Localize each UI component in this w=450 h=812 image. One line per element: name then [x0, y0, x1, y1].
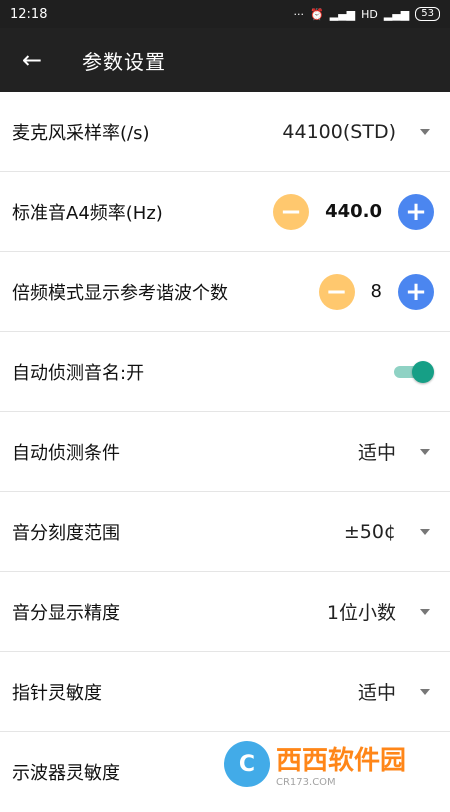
- plus-icon: +: [405, 196, 427, 227]
- status-bar: 12:18 ··· ⏰ ▂▄▆ HD ▂▄▆ 53: [0, 0, 450, 28]
- watermark-sub: CR173.COM: [276, 777, 336, 788]
- detect-condition-dropdown[interactable]: 适中: [358, 438, 434, 465]
- setting-value: ±50¢: [343, 520, 396, 543]
- cent-precision-dropdown[interactable]: 1位小数: [327, 598, 434, 625]
- signal-icon: ▂▄▆: [383, 7, 410, 21]
- setting-label: 自动侦测音名:开: [12, 362, 145, 384]
- caret-down-icon: [420, 448, 430, 455]
- minus-icon: −: [325, 276, 348, 307]
- setting-label: 麦克风采样率(/s): [12, 122, 150, 144]
- stepper-value: 440.0: [325, 201, 382, 222]
- setting-value: 适中: [357, 442, 396, 464]
- back-button[interactable]: ←: [0, 28, 64, 92]
- plus-icon: +: [405, 276, 427, 307]
- app-bar: ← 参数设置: [0, 28, 450, 92]
- watermark: C 西西软件园 CR173.COM: [224, 734, 444, 794]
- stepper-value: 8: [370, 281, 382, 302]
- battery-level: 53: [421, 8, 434, 19]
- settings-list: 麦克风采样率(/s) 44100(STD) 标准音A4频率(Hz) − 440.…: [0, 92, 450, 812]
- battery-icon: 53: [415, 7, 440, 21]
- setting-row-auto-detect[interactable]: 自动侦测音名:开: [0, 332, 450, 412]
- a4-frequency-stepper: − 440.0 +: [273, 193, 434, 230]
- needle-sensitivity-dropdown[interactable]: 适中: [358, 678, 434, 705]
- setting-label: 示波器灵敏度: [12, 763, 120, 784]
- setting-label: 自动侦测条件: [12, 442, 120, 464]
- setting-label: 倍频模式显示参考谐波个数: [12, 282, 228, 304]
- setting-row-cent-range[interactable]: 音分刻度范围 ±50¢: [0, 492, 450, 572]
- signal-icon: ▂▄▆: [329, 7, 356, 21]
- setting-row-detect-condition[interactable]: 自动侦测条件 适中: [0, 412, 450, 492]
- setting-row-needle-sensitivity[interactable]: 指针灵敏度 适中: [0, 652, 450, 732]
- hd-icon: HD: [361, 7, 378, 21]
- setting-row-harmonic-count: 倍频模式显示参考谐波个数 − 8 +: [0, 252, 450, 332]
- alarm-icon: ⏰: [310, 7, 324, 21]
- minus-icon: −: [280, 196, 302, 227]
- plus-button[interactable]: +: [398, 193, 434, 230]
- caret-down-icon: [420, 528, 430, 535]
- caret-down-icon: [420, 688, 430, 695]
- sample-rate-dropdown[interactable]: 44100(STD): [282, 121, 434, 143]
- watermark-brand: 西西软件园: [276, 746, 407, 776]
- setting-label: 标准音A4频率(Hz): [12, 202, 163, 224]
- cent-range-dropdown[interactable]: ±50¢: [344, 521, 434, 543]
- auto-detect-toggle[interactable]: [394, 360, 434, 383]
- setting-value: 1位小数: [326, 602, 396, 624]
- status-time: 12:18: [10, 6, 48, 22]
- setting-value: 44100(STD): [282, 120, 396, 143]
- setting-value: 适中: [357, 682, 396, 704]
- harmonic-count-stepper: − 8 +: [318, 273, 434, 310]
- setting-row-sample-rate[interactable]: 麦克风采样率(/s) 44100(STD): [0, 92, 450, 172]
- arrow-left-icon: ←: [21, 46, 43, 74]
- setting-label: 音分刻度范围: [12, 522, 120, 544]
- caret-down-icon: [420, 128, 430, 135]
- plus-button[interactable]: +: [398, 273, 434, 310]
- toggle-knob: [412, 360, 434, 383]
- caret-down-icon: [420, 608, 430, 615]
- setting-row-a4-frequency: 标准音A4频率(Hz) − 440.0 +: [0, 172, 450, 252]
- watermark-text: 西西软件园 CR173.COM: [276, 740, 406, 788]
- setting-label: 音分显示精度: [12, 602, 120, 624]
- minus-button[interactable]: −: [318, 273, 355, 310]
- page-title: 参数设置: [82, 49, 166, 74]
- minus-button[interactable]: −: [273, 193, 310, 230]
- status-icons: ··· ⏰ ▂▄▆ HD ▂▄▆ 53: [294, 7, 440, 21]
- setting-label: 指针灵敏度: [12, 682, 102, 704]
- watermark-logo-icon: C: [224, 741, 270, 787]
- setting-row-cent-precision[interactable]: 音分显示精度 1位小数: [0, 572, 450, 652]
- dots-icon: ···: [293, 7, 305, 21]
